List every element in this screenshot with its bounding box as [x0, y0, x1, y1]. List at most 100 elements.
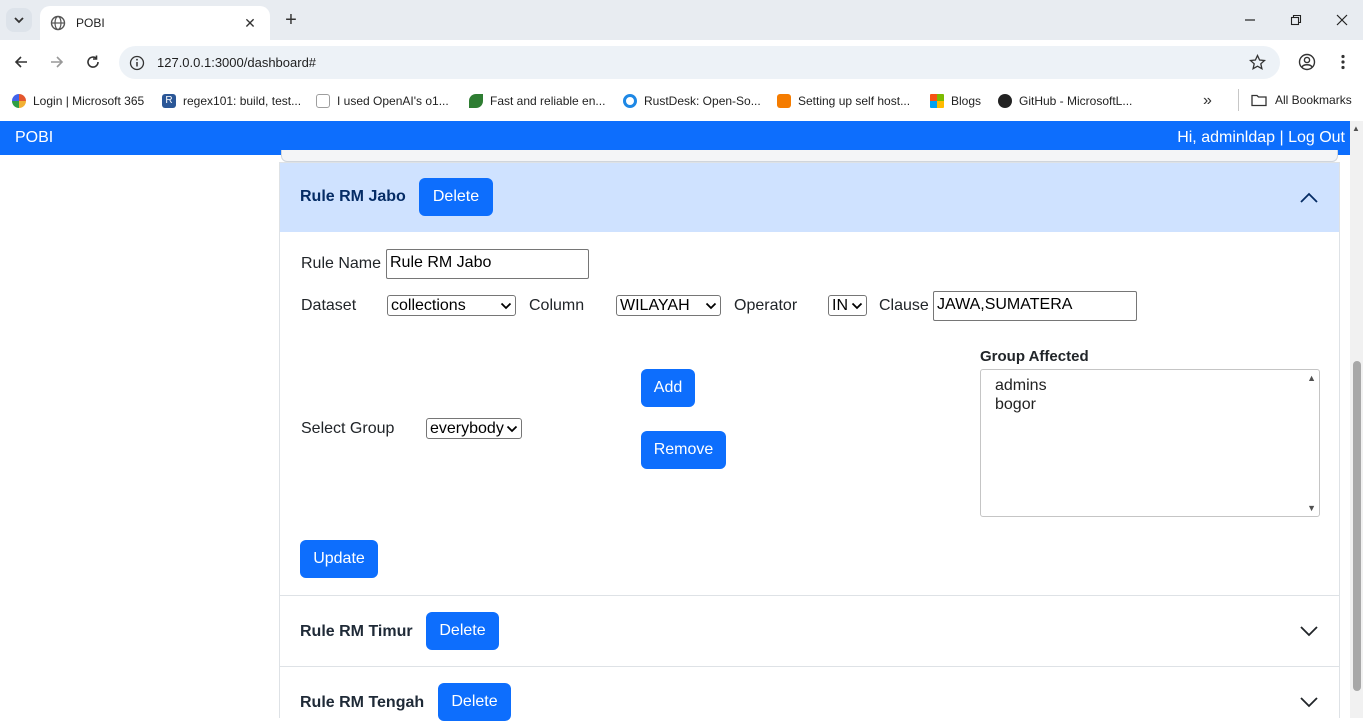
- dataset-select[interactable]: collections: [387, 295, 516, 316]
- operator-label: Operator: [734, 297, 798, 314]
- list-item[interactable]: bogor: [981, 395, 1319, 414]
- forward-button[interactable]: [45, 50, 69, 74]
- close-icon[interactable]: ✕: [240, 15, 260, 32]
- bookmark-label: RustDesk: Open-So...: [644, 94, 761, 108]
- reload-icon: [87, 55, 99, 68]
- profile-button[interactable]: [1295, 50, 1319, 74]
- all-bookmarks-button[interactable]: All Bookmarks: [1238, 89, 1352, 111]
- chevron-down-icon: [851, 302, 863, 309]
- arrow-right-icon: [51, 56, 64, 68]
- tab-search-button[interactable]: [6, 8, 32, 32]
- scrollbar-thumb[interactable]: [1353, 361, 1361, 691]
- operator-select[interactable]: IN: [828, 295, 867, 316]
- chevron-down-icon: [1300, 697, 1318, 708]
- article-icon: [316, 94, 330, 108]
- restore-button[interactable]: [1273, 8, 1319, 32]
- browser-tabstrip: POBI ✕ +: [0, 0, 1363, 40]
- star-icon[interactable]: [1249, 54, 1266, 71]
- folder-icon: [1251, 94, 1267, 107]
- column-select[interactable]: WILAYAH: [616, 295, 721, 316]
- github-icon: [998, 94, 1012, 108]
- bookmark-site-icon: [777, 94, 791, 108]
- accordion-header-rule-rm-timur[interactable]: Rule RM Timur Delete: [280, 596, 1339, 666]
- delete-button[interactable]: Delete: [419, 178, 493, 216]
- info-icon[interactable]: [129, 55, 145, 71]
- delete-button[interactable]: Delete: [426, 612, 499, 650]
- clause-label: Clause: [879, 297, 929, 314]
- group-affected-label: Group Affected: [980, 348, 1089, 365]
- bookmark-5[interactable]: Setting up self host...: [777, 92, 910, 110]
- close-window-button[interactable]: [1319, 8, 1363, 32]
- restore-icon: [1290, 14, 1302, 26]
- page-scrollbar[interactable]: ▲: [1350, 121, 1363, 718]
- bookmark-label: Fast and reliable en...: [490, 94, 606, 108]
- rule-name-input[interactable]: Rule RM Jabo: [386, 249, 589, 279]
- user-logout-link[interactable]: Hi, adminldap | Log Out: [1177, 129, 1345, 147]
- address-bar[interactable]: 127.0.0.1:3000/dashboard#: [119, 46, 1280, 79]
- new-tab-button[interactable]: +: [280, 9, 302, 31]
- more-bookmarks-button[interactable]: »: [1203, 92, 1212, 110]
- chevron-down-icon: [14, 17, 24, 24]
- chevron-down-icon: [506, 425, 518, 432]
- chevron-down-icon: [500, 302, 512, 309]
- bookmark-4[interactable]: RustDesk: Open-So...: [623, 92, 761, 110]
- tab-title: POBI: [76, 16, 105, 30]
- leaf-icon: [469, 94, 483, 108]
- group-select[interactable]: everybody: [426, 418, 522, 439]
- profile-icon: [1298, 53, 1316, 71]
- arrow-left-icon: [14, 56, 27, 68]
- rule-name-label: Rule Name: [301, 255, 382, 272]
- update-button[interactable]: Update: [300, 540, 378, 578]
- bookmark-3[interactable]: Fast and reliable en...: [469, 92, 605, 110]
- bookmark-2[interactable]: I used OpenAI's o1...: [316, 92, 449, 110]
- operator-select-value: IN: [832, 297, 848, 314]
- clause-input[interactable]: JAWA,SUMATERA: [933, 291, 1137, 321]
- browser-tab[interactable]: POBI ✕: [40, 6, 270, 40]
- more-vert-icon: [1341, 54, 1345, 70]
- rule-title: Rule RM Timur: [300, 623, 413, 640]
- remove-group-button[interactable]: Remove: [641, 431, 726, 469]
- bookmarks-bar: Login | Microsoft 365 R regex101: build,…: [0, 85, 1363, 115]
- bookmark-1[interactable]: R regex101: build, test...: [162, 92, 301, 110]
- bookmark-label: I used OpenAI's o1...: [337, 94, 449, 108]
- accordion-header-rule-rm-jabo[interactable]: Rule RM Jabo Delete: [280, 163, 1339, 232]
- bookmark-label: Blogs: [951, 94, 982, 108]
- dataset-select-value: collections: [391, 297, 466, 314]
- chevron-up-icon: [1300, 192, 1318, 203]
- regex101-icon: R: [162, 94, 176, 108]
- list-item[interactable]: admins: [981, 376, 1319, 395]
- rule-title: Rule RM Tengah: [300, 694, 425, 711]
- globe-icon: [50, 15, 66, 31]
- chevron-down-icon: [1300, 626, 1318, 637]
- column-label: Column: [529, 297, 585, 314]
- bookmark-label: GitHub - MicrosoftL...: [1019, 94, 1133, 108]
- dataset-label: Dataset: [301, 297, 357, 314]
- windows-logo-icon: [930, 94, 944, 108]
- bookmark-7[interactable]: GitHub - MicrosoftL...: [998, 92, 1132, 110]
- close-icon: [1336, 14, 1348, 26]
- back-button[interactable]: [9, 50, 33, 74]
- group-affected-listbox[interactable]: admins bogor ▲ ▼: [980, 369, 1320, 517]
- minimize-button[interactable]: [1227, 8, 1273, 32]
- chevron-double-right-icon: »: [1203, 92, 1212, 109]
- menu-button[interactable]: [1331, 50, 1355, 74]
- scroll-up-icon[interactable]: ▲: [1352, 124, 1360, 133]
- bookmark-0[interactable]: Login | Microsoft 365: [12, 92, 144, 110]
- previous-card-edge: [281, 150, 1338, 162]
- scroll-down-icon[interactable]: ▼: [1307, 503, 1316, 513]
- reload-button[interactable]: [81, 50, 105, 74]
- scroll-up-icon[interactable]: ▲: [1307, 373, 1316, 383]
- add-group-button[interactable]: Add: [641, 369, 695, 407]
- rule-title: Rule RM Jabo: [300, 188, 406, 205]
- bookmark-label: Setting up self host...: [798, 94, 911, 108]
- accordion-header-rule-rm-tengah[interactable]: Rule RM Tengah Delete: [280, 667, 1339, 721]
- delete-button[interactable]: Delete: [438, 683, 511, 721]
- rules-accordion: Rule RM Jabo Delete Rule Name Rule RM Ja…: [279, 162, 1340, 721]
- minimize-icon: [1245, 19, 1255, 21]
- bookmark-6[interactable]: Blogs: [930, 92, 981, 110]
- browser-toolbar: 127.0.0.1:3000/dashboard#: [0, 40, 1363, 85]
- select-group-label: Select Group: [301, 420, 395, 437]
- app-brand[interactable]: POBI: [15, 129, 53, 147]
- rustdesk-icon: [623, 94, 637, 108]
- chevron-down-icon: [705, 302, 717, 309]
